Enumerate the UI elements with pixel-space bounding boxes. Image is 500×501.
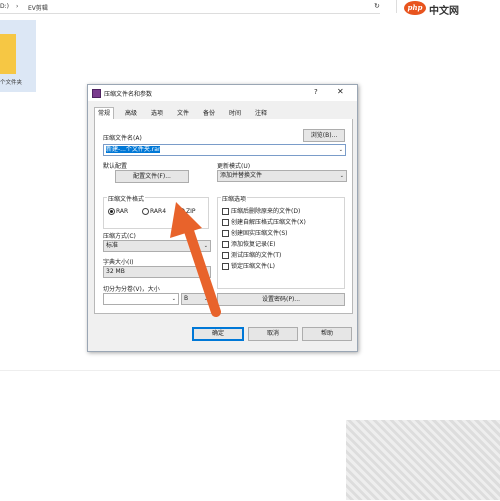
arrow-pointer-icon — [170, 202, 221, 317]
arrow-shaft — [183, 223, 221, 317]
arrow-head — [170, 202, 202, 238]
